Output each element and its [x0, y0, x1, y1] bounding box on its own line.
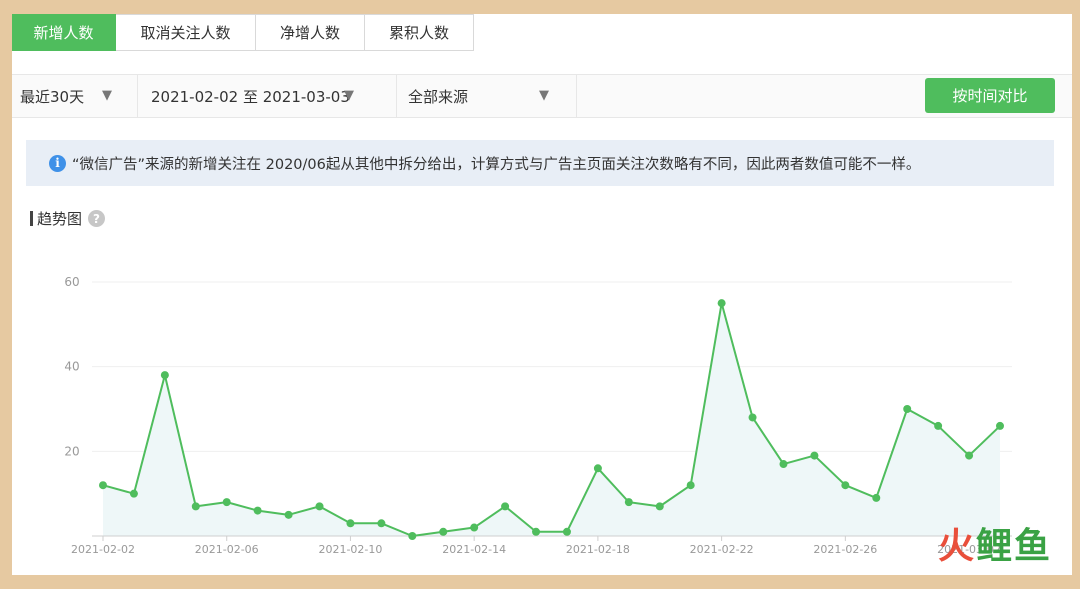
data-point — [562, 527, 571, 536]
x-tick-label: 2021-02-10 — [318, 543, 382, 556]
data-point — [284, 510, 293, 519]
data-point — [346, 519, 355, 528]
watermark-logo: 火鲤鱼 — [938, 517, 1052, 569]
data-point — [748, 413, 757, 422]
data-point — [779, 460, 788, 469]
trend-chart: 20 40 60 2021-02-02 2021-02-06 2021-02-10 2021… — [64, 275, 1012, 556]
x-tick-label: 2021-02-06 — [195, 543, 259, 556]
data-point — [841, 481, 850, 490]
x-tick-label: 2021-02-14 — [442, 543, 506, 556]
data-point — [160, 371, 169, 380]
data-point — [686, 481, 695, 490]
data-point — [253, 506, 262, 515]
data-point — [624, 498, 633, 507]
data-point — [408, 532, 417, 540]
data-point — [996, 421, 1004, 430]
data-point — [315, 502, 324, 511]
x-tick-label: 2021-02-02 — [71, 543, 135, 556]
data-point — [191, 502, 200, 511]
data-point — [470, 523, 479, 532]
series-area — [103, 303, 1000, 536]
data-point — [717, 299, 726, 308]
analytics-panel: 新增人数 取消关注人数 净增人数 累积人数 最近30天 ▼ 2021-02-02… — [12, 14, 1072, 575]
data-point — [903, 405, 912, 413]
data-point — [872, 493, 881, 502]
x-tick-label: 2021-02-22 — [690, 543, 754, 556]
data-point — [934, 421, 943, 430]
data-point — [965, 451, 974, 460]
y-tick-label: 40 — [64, 360, 79, 374]
data-point — [222, 498, 231, 507]
data-point — [593, 464, 602, 473]
y-tick-label: 60 — [64, 275, 79, 289]
watermark-part-2: 鲤鱼 — [975, 526, 1052, 567]
data-point — [377, 519, 386, 528]
data-point — [810, 451, 819, 460]
data-point — [501, 502, 510, 511]
x-tick-label: 2021-02-18 — [566, 543, 630, 556]
data-point — [129, 489, 138, 498]
data-point — [655, 502, 664, 511]
data-point — [439, 527, 448, 536]
data-point — [99, 481, 107, 490]
watermark-part-1: 火 — [937, 526, 976, 567]
data-point — [532, 527, 541, 536]
x-tick-label: 2021-02-26 — [813, 543, 877, 556]
y-tick-label: 20 — [64, 444, 79, 458]
